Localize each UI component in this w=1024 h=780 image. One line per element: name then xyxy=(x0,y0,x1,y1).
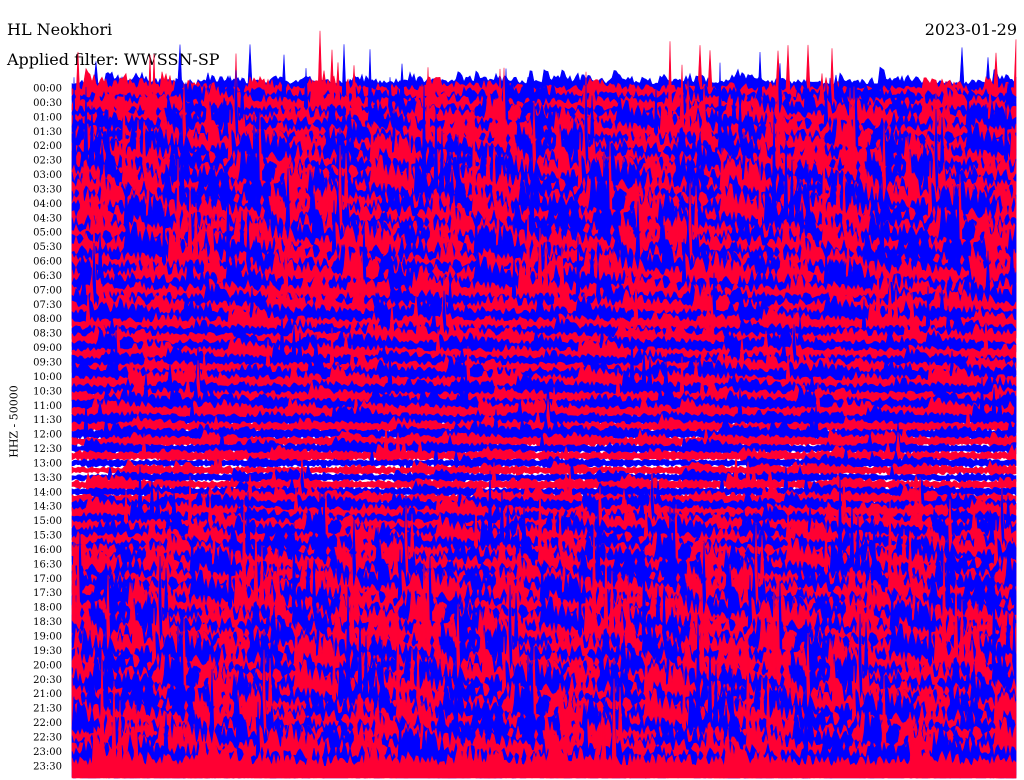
row-time-label: 12:00 xyxy=(33,430,62,441)
row-time-label: 21:00 xyxy=(33,689,62,700)
row-time-label: 09:30 xyxy=(33,358,62,369)
row-time-label: 02:00 xyxy=(33,141,62,152)
row-time-label: 16:00 xyxy=(33,545,62,556)
row-time-label: 13:00 xyxy=(33,458,62,469)
row-time-label: 14:00 xyxy=(33,487,62,498)
row-time-label: 03:00 xyxy=(33,170,62,181)
row-time-label: 10:00 xyxy=(33,372,62,383)
time-tick-labels: 00:00 00:30 01:00 01:30 02:00 02:30 03:00 03:30… xyxy=(33,84,62,773)
row-time-label: 13:30 xyxy=(33,473,62,484)
row-time-label: 11:30 xyxy=(33,415,62,426)
row-time-label: 22:00 xyxy=(33,718,62,729)
row-time-label: 20:30 xyxy=(33,675,62,686)
row-time-label: 08:00 xyxy=(33,314,62,325)
trace-group xyxy=(71,30,1017,780)
row-time-label: 01:30 xyxy=(33,127,62,138)
row-time-label: 06:30 xyxy=(33,271,62,282)
row-time-label: 04:30 xyxy=(33,213,62,224)
row-time-label: 07:30 xyxy=(33,300,62,311)
row-time-label: 08:30 xyxy=(33,329,62,340)
row-time-label: 06:00 xyxy=(33,257,62,268)
row-time-label: 10:30 xyxy=(33,386,62,397)
row-time-label: 05:30 xyxy=(33,242,62,253)
row-time-label: 00:30 xyxy=(33,98,62,109)
row-time-label: 17:30 xyxy=(33,588,62,599)
row-time-label: 23:00 xyxy=(33,747,62,758)
row-time-label: 19:00 xyxy=(33,632,62,643)
row-time-label: 01:00 xyxy=(33,112,62,123)
row-time-label: 12:30 xyxy=(33,444,62,455)
helicorder-plot: 00:00 00:30 01:00 01:30 02:00 02:30 03:00 03:30… xyxy=(33,30,1017,780)
row-time-label: 04:00 xyxy=(33,199,62,210)
row-time-label: 22:30 xyxy=(33,732,62,743)
row-time-label: 05:00 xyxy=(33,228,62,239)
row-time-label: 15:00 xyxy=(33,516,62,527)
row-time-label: 21:30 xyxy=(33,704,62,715)
row-time-label: 00:00 xyxy=(33,84,62,95)
row-time-label: 02:30 xyxy=(33,156,62,167)
row-time-label: 15:30 xyxy=(33,531,62,542)
row-time-label: 17:00 xyxy=(33,574,62,585)
row-time-label: 03:30 xyxy=(33,184,62,195)
row-time-label: 23:30 xyxy=(33,761,62,772)
row-time-label: 09:00 xyxy=(33,343,62,354)
row-time-label: 11:00 xyxy=(33,401,62,412)
row-time-label: 20:00 xyxy=(33,660,62,671)
row-time-label: 18:30 xyxy=(33,617,62,628)
row-time-label: 18:00 xyxy=(33,603,62,614)
row-time-label: 19:30 xyxy=(33,646,62,657)
row-time-label: 16:30 xyxy=(33,559,62,570)
row-time-label: 14:30 xyxy=(33,502,62,513)
row-time-label: 07:00 xyxy=(33,285,62,296)
